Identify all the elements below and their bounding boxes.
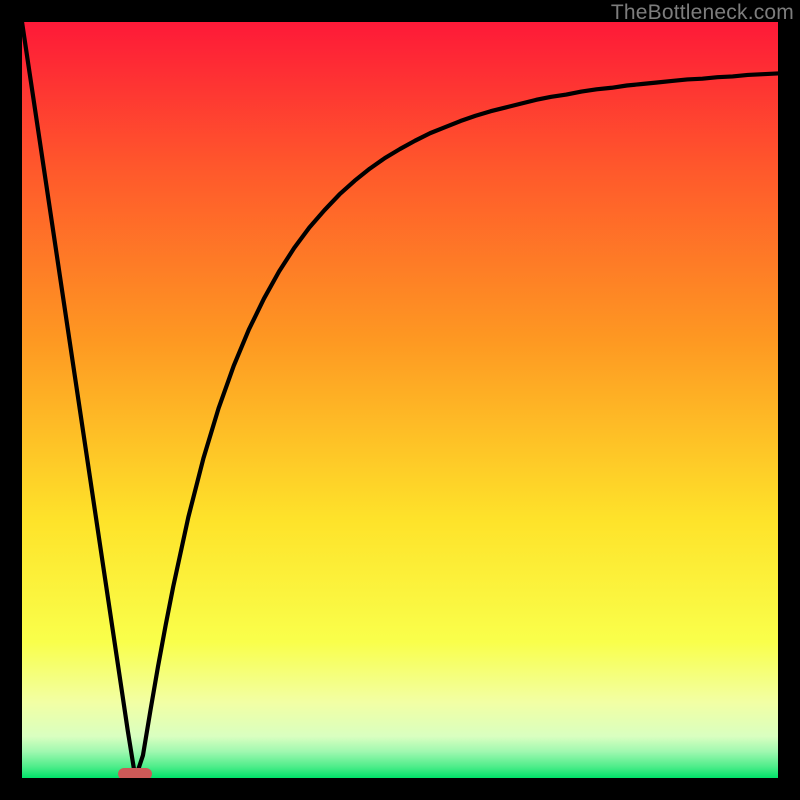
minimum-marker	[118, 768, 152, 778]
chart-frame: TheBottleneck.com	[0, 0, 800, 800]
gradient-background	[22, 22, 778, 778]
plot-svg	[22, 22, 778, 778]
plot-area	[22, 22, 778, 778]
watermark-text: TheBottleneck.com	[611, 1, 794, 25]
